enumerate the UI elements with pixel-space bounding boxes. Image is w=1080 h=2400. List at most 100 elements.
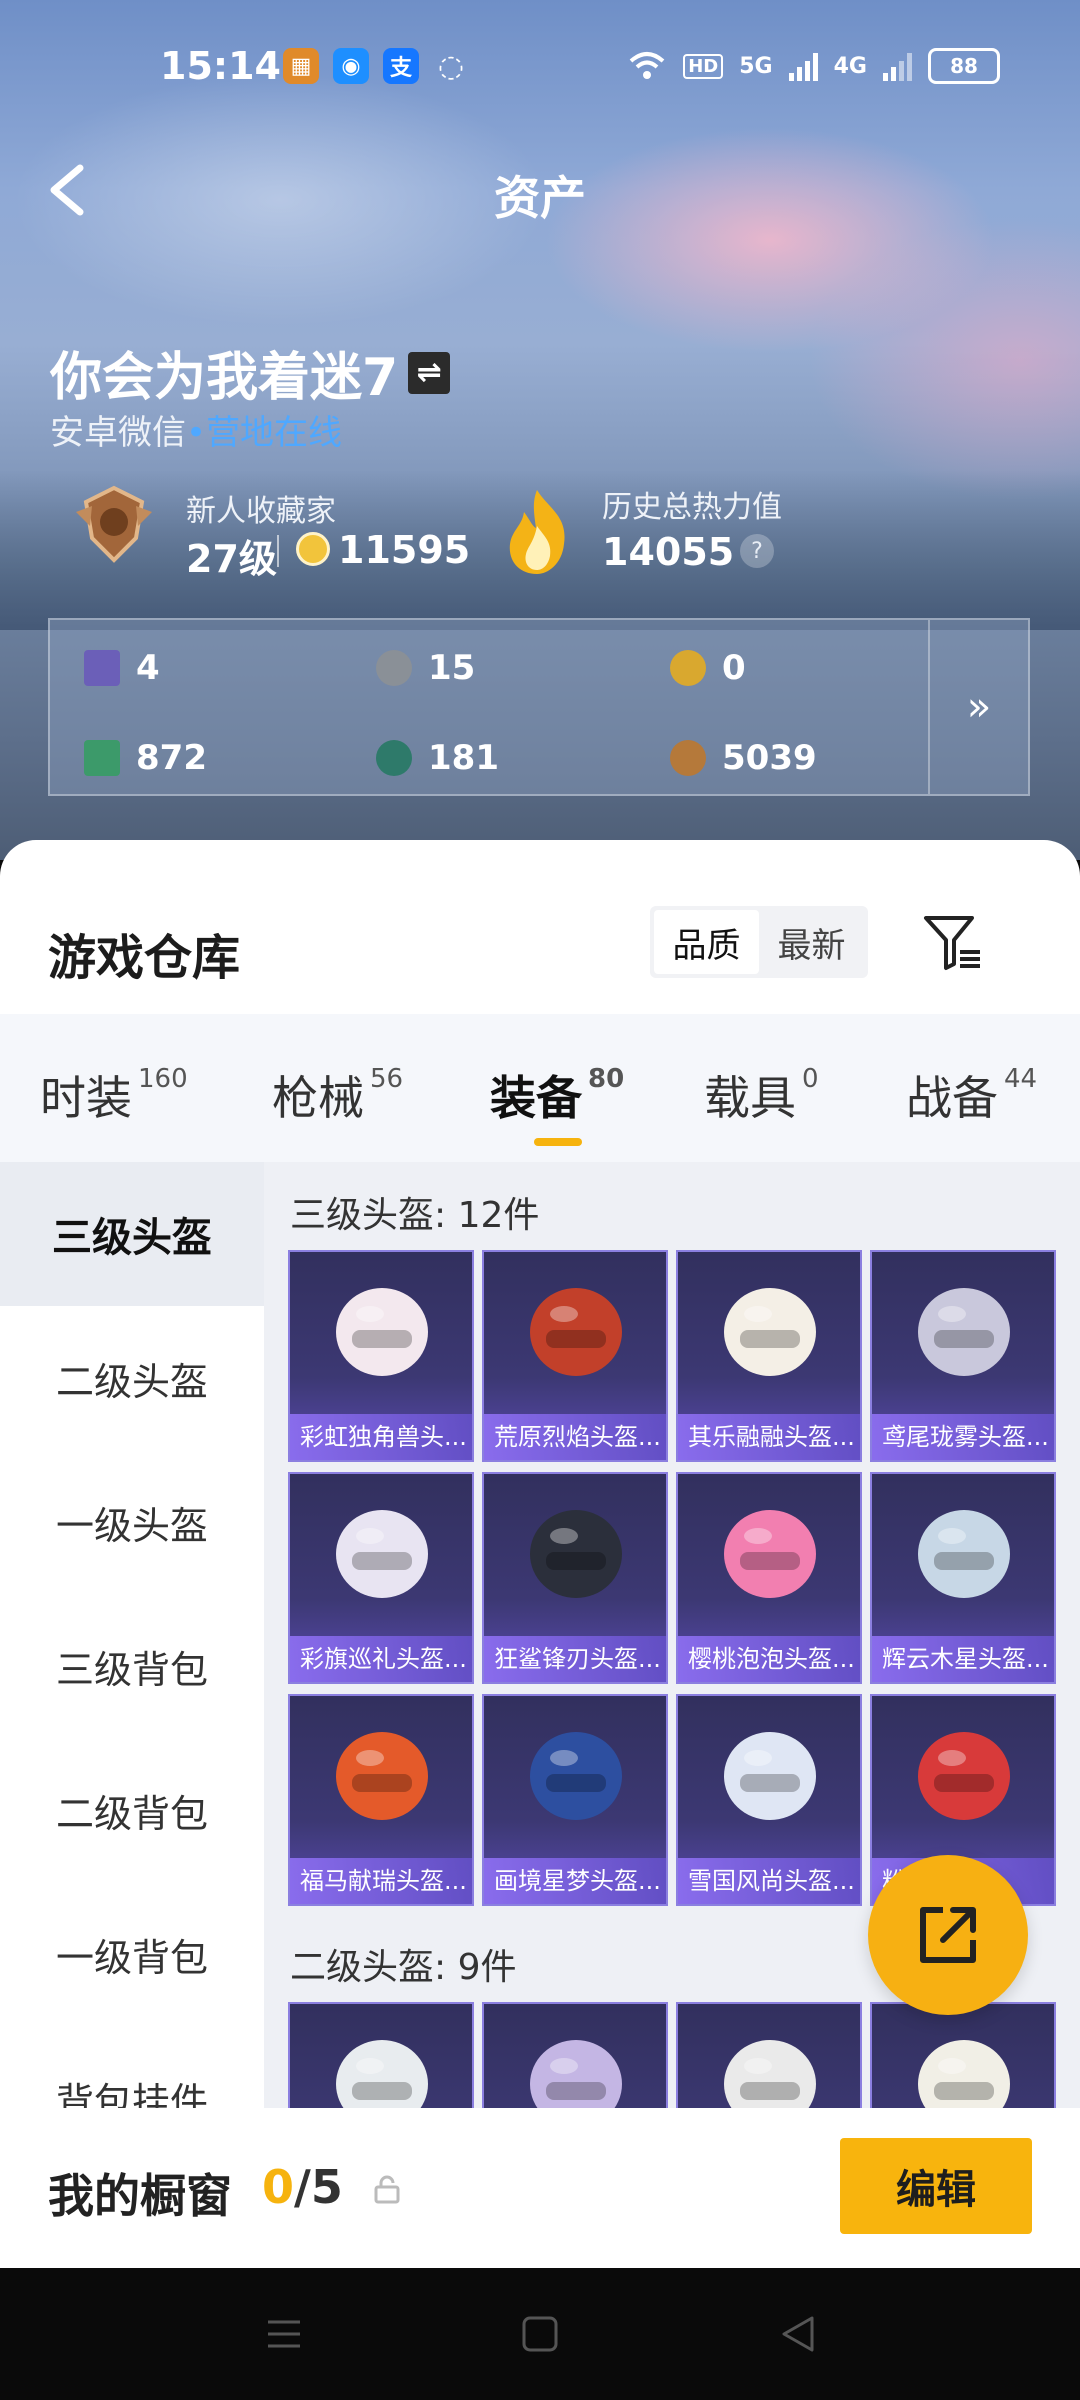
item-card[interactable]: 彩旗巡礼头盔... [288, 1472, 474, 1684]
sort-quality[interactable]: 品质 [654, 910, 759, 974]
sub-category-nav: 三级头盔 二级头盔 一级头盔 三级背包 二级背包 一级背包 背包挂件 [0, 1162, 264, 2268]
tab-vehicles[interactable]: 载具 0 [704, 1062, 819, 1128]
helmet-icon [530, 1288, 622, 1376]
currency-value: 872 [136, 738, 207, 778]
helmet-icon [724, 1510, 816, 1598]
signal-icon-1 [788, 51, 818, 81]
filter-icon[interactable] [920, 912, 984, 972]
user-name-row: 你会为我着迷7 ⇌ [50, 335, 451, 410]
currency-item: 872 [84, 738, 207, 778]
battery-indicator: 88 [928, 48, 1000, 84]
switch-account-icon[interactable]: ⇌ [408, 351, 451, 394]
online-status: 营地在线 [206, 413, 343, 453]
share-icon [920, 1907, 976, 1963]
item-card[interactable]: 狂鲨锋刃头盔... [482, 1472, 668, 1684]
warehouse-sheet: 游戏仓库 品质 最新 时装 160 枪械 56 装备 80 载具 0 战备 44 三级头盔… [0, 840, 1080, 2268]
tab-label: 装备 [490, 1071, 582, 1125]
tab-gear[interactable]: 战备 44 [906, 1062, 1037, 1128]
showcase-count: 0/5 [262, 2160, 343, 2214]
tab-count: 160 [138, 1064, 188, 1094]
currency-item: 15 [376, 648, 475, 688]
help-icon[interactable]: ? [740, 534, 774, 568]
currency-value: 15 [428, 648, 476, 688]
user-name: 你会为我着迷7 [50, 348, 399, 408]
nav-item-level1-helmet[interactable]: 一级头盔 [0, 1450, 264, 1594]
nav-item-level2-helmet[interactable]: 二级头盔 [0, 1306, 264, 1450]
item-card[interactable]: 画境星梦头盔... [482, 1694, 668, 1906]
menu-icon[interactable] [262, 2312, 306, 2356]
item-card[interactable]: 福马献瑞头盔... [288, 1694, 474, 1906]
currency-item: 4 [84, 648, 160, 688]
status-indicators: HD 5G 4G 88 [627, 48, 1000, 84]
platform-label: 安卓微信 [50, 413, 186, 453]
currency-value: 0 [722, 648, 746, 688]
item-card[interactable]: 其乐融融头盔... [676, 1250, 862, 1462]
item-card[interactable]: 雪国风尚头盔... [676, 1694, 862, 1906]
collection-coin-icon [296, 532, 330, 566]
rank-level: 27级 [186, 537, 277, 581]
status-app-icons: ▦ ◉ 支 ◌ [283, 48, 469, 84]
currency-item: 5039 [670, 738, 817, 778]
currency-panel: 4 15 0 872 181 5039 » [48, 618, 1030, 796]
item-name: 画境星梦头盔... [484, 1858, 666, 1904]
item-card[interactable]: 荒原烈焰头盔... [482, 1250, 668, 1462]
tab-count: 56 [370, 1064, 404, 1094]
currency-value: 5039 [722, 738, 817, 778]
share-fab[interactable] [868, 1855, 1028, 2015]
sort-newest[interactable]: 最新 [759, 910, 864, 974]
showcase-bar: 我的橱窗 0/5 编辑 [0, 2108, 1080, 2268]
page-title: 资产 [494, 171, 586, 225]
tab-label: 时装 [40, 1071, 132, 1125]
home-icon[interactable] [518, 2312, 562, 2356]
tab-equipment[interactable]: 装备 80 [490, 1062, 624, 1128]
item-name: 彩旗巡礼头盔... [290, 1636, 472, 1682]
currency-more-button[interactable]: » [928, 620, 1028, 794]
item-name: 樱桃泡泡头盔... [678, 1636, 860, 1682]
item-name: 雪国风尚头盔... [678, 1858, 860, 1904]
section-title: 三级头盔: 12件 [290, 1195, 540, 1236]
helmet-icon [918, 1732, 1010, 1820]
nav-item-level3-backpack[interactable]: 三级背包 [0, 1594, 264, 1738]
status-bar: 15:14 ▦ ◉ 支 ◌ HD 5G 4G 88 [0, 0, 1080, 135]
item-card[interactable]: 樱桃泡泡头盔... [676, 1472, 862, 1684]
collection-coins: 11595 [338, 528, 471, 572]
sort-toggle: 品质 最新 [650, 906, 868, 978]
item-name: 鸢尾珑雾头盔... [872, 1414, 1054, 1460]
currency-value: 4 [136, 648, 160, 688]
showcase-current: 0 [262, 2160, 295, 2214]
currency-item: 0 [670, 648, 746, 688]
currency-value: 181 [428, 738, 499, 778]
tab-count: 80 [588, 1064, 625, 1094]
back-icon[interactable] [776, 2312, 820, 2356]
item-card[interactable]: 彩虹独角兽头... [288, 1250, 474, 1462]
signal-icon-2 [883, 51, 912, 81]
edit-button[interactable]: 编辑 [840, 2138, 1032, 2234]
heat-value: 14055 [602, 530, 735, 574]
nav-item-level1-backpack[interactable]: 一级背包 [0, 1882, 264, 2026]
item-card[interactable]: 鸢尾珑雾头盔... [870, 1250, 1056, 1462]
status-time: 15:14 [160, 44, 281, 88]
helmet-icon [724, 1288, 816, 1376]
bronze-coin-icon [670, 740, 706, 776]
game-app-icon: ▦ [283, 48, 319, 84]
flame-icon [509, 490, 565, 574]
tab-label: 枪械 [272, 1071, 364, 1125]
nav-item-level2-backpack[interactable]: 二级背包 [0, 1738, 264, 1882]
helmet-icon [918, 1510, 1010, 1598]
showcase-total: /5 [294, 2160, 343, 2214]
category-tabs: 时装 160 枪械 56 装备 80 载具 0 战备 44 [0, 1014, 1080, 1162]
tab-fashion[interactable]: 时装 160 [40, 1062, 188, 1128]
system-nav-bar [0, 2268, 1080, 2400]
purple-card-icon [84, 650, 120, 686]
tab-count: 44 [1004, 1064, 1038, 1094]
tab-count: 0 [802, 1064, 819, 1094]
helmet-icon [336, 1288, 428, 1376]
tab-weapons[interactable]: 枪械 56 [272, 1062, 403, 1128]
nav-item-level3-helmet[interactable]: 三级头盔 [0, 1162, 264, 1306]
divider [277, 535, 279, 567]
item-card[interactable]: 辉云木星头盔... [870, 1472, 1056, 1684]
silver-coin-icon [376, 650, 412, 686]
network-4g: 4G [833, 53, 867, 79]
section-title: 二级头盔: 9件 [290, 1947, 517, 1988]
item-name: 彩虹独角兽头... [290, 1414, 472, 1460]
